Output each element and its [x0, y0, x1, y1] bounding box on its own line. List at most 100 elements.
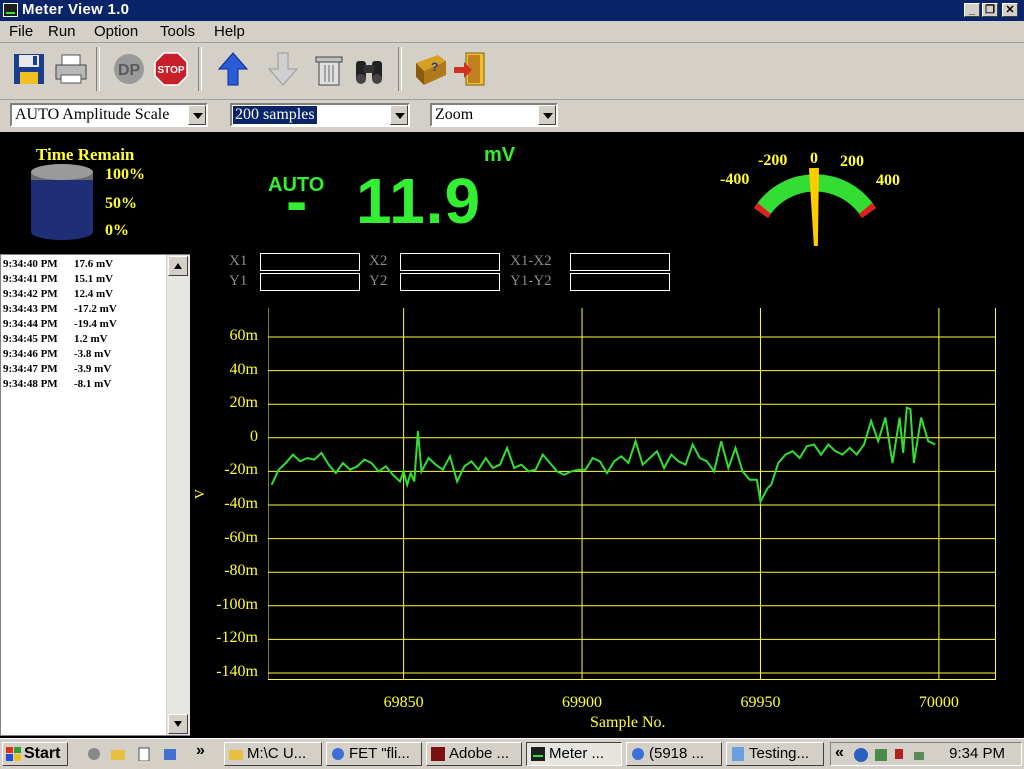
log-row[interactable]: 9:34:42 PM 12.4 mV — [3, 288, 113, 300]
quicklaunch-browser-icon[interactable] — [162, 747, 178, 761]
log-value: -19.4 mV — [74, 318, 117, 330]
log-value: -3.9 mV — [74, 363, 112, 375]
chevron-down-icon[interactable] — [390, 105, 408, 125]
toolbar-separator — [198, 47, 202, 91]
log-value: 12.4 mV — [74, 288, 114, 300]
zoom-select[interactable]: Zoom — [430, 103, 558, 127]
exit-button[interactable] — [450, 49, 488, 89]
reading-value: 11.9 — [356, 165, 482, 237]
x-tick-label: 69850 — [383, 694, 424, 711]
samples-select[interactable]: 200 samples — [230, 103, 410, 127]
close-button[interactable]: ✕ — [1002, 3, 1018, 17]
svg-text:DP: DP — [118, 62, 141, 79]
triangle-down-icon — [174, 721, 182, 727]
toolbar: DP STOP ? — [0, 43, 1024, 101]
cursor-y1-label: Y1 — [229, 273, 248, 289]
help-button[interactable]: ? — [412, 49, 450, 89]
task-testing[interactable]: Testing... — [726, 742, 824, 766]
menu-option[interactable]: Option — [94, 23, 138, 40]
menu-file[interactable]: File — [9, 23, 33, 40]
amplitude-scale-select[interactable]: AUTO Amplitude Scale — [10, 103, 208, 127]
move-down-button[interactable] — [264, 49, 302, 89]
minimize-button[interactable]: _ — [964, 3, 980, 17]
y-tick-label: -60m — [224, 528, 258, 546]
quicklaunch-overflow[interactable]: » — [196, 742, 205, 760]
log-time: 9:34:40 PM — [3, 258, 58, 270]
log-row[interactable]: 9:34:44 PM -19.4 mV — [3, 318, 117, 330]
minimize-icon: _ — [968, 4, 976, 16]
menu-tools[interactable]: Tools — [160, 23, 195, 40]
document-icon — [732, 747, 744, 761]
ie-icon — [632, 748, 644, 760]
log-row[interactable]: 9:34:40 PM 17.6 mV — [3, 258, 113, 270]
dp-button[interactable]: DP — [110, 49, 148, 89]
reading-log-list[interactable]: 9:34:40 PM 17.6 mV 9:34:41 PM 15.1 mV 9:34:4… — [0, 254, 190, 736]
y-tick-label: -120m — [216, 629, 258, 647]
cursor-y1y2-label: Y1-Y2 — [510, 273, 552, 289]
scroll-down-button[interactable] — [168, 714, 188, 734]
quicklaunch-folder-icon[interactable] — [110, 747, 126, 761]
log-time: 9:34:41 PM — [3, 273, 58, 285]
log-row[interactable]: 9:34:41 PM 15.1 mV — [3, 273, 113, 285]
window-title: Meter View 1.0 — [22, 1, 130, 18]
restore-button[interactable]: ❐ — [982, 3, 998, 17]
close-icon: ✕ — [1005, 4, 1015, 16]
time-remain-50: 50% — [105, 195, 137, 212]
task-browser-fet[interactable]: FET "fli... — [326, 742, 422, 766]
log-row[interactable]: 9:34:46 PM -3.8 mV — [3, 348, 111, 360]
x-tick-label: 70000 — [918, 694, 959, 711]
log-row[interactable]: 9:34:43 PM -17.2 mV — [3, 303, 117, 315]
meter-app-icon — [531, 747, 545, 761]
quicklaunch-notepad-icon[interactable] — [136, 747, 152, 761]
log-time: 9:34:42 PM — [3, 288, 58, 300]
log-value: -8.1 mV — [74, 378, 112, 390]
help-book-icon: ? — [416, 55, 446, 85]
delete-button[interactable] — [310, 49, 348, 89]
power-plug-icon[interactable] — [891, 747, 907, 763]
cursor-x2-label: X2 — [369, 253, 388, 269]
trash-icon — [315, 56, 343, 86]
menu-run[interactable]: Run — [48, 23, 76, 40]
binoculars-icon — [356, 61, 382, 84]
task-explorer[interactable]: M:\C U... — [224, 742, 322, 766]
find-button[interactable] — [350, 49, 388, 89]
network-icon[interactable] — [853, 747, 869, 763]
log-row[interactable]: 9:34:47 PM -3.9 mV — [3, 363, 111, 375]
log-row[interactable]: 9:34:45 PM 1.2 mV — [3, 333, 108, 345]
log-time: 9:34:47 PM — [3, 363, 58, 375]
y-axis-label: V — [193, 488, 209, 500]
cursor-y1y2-field — [570, 273, 670, 291]
quicklaunch-media-icon[interactable] — [86, 747, 102, 761]
folder-icon — [229, 750, 243, 760]
task-adobe[interactable]: Adobe ... — [426, 742, 522, 766]
safely-remove-icon[interactable] — [911, 747, 927, 763]
waveform-chart[interactable] — [268, 308, 996, 680]
log-scrollbar[interactable] — [166, 255, 190, 735]
triangle-up-icon — [174, 263, 182, 269]
chevron-down-icon[interactable] — [538, 105, 556, 125]
task-meter-view[interactable]: Meter ... — [526, 742, 622, 766]
stop-icon: STOP — [154, 52, 188, 86]
chevron-down-icon[interactable] — [188, 105, 206, 125]
start-button[interactable]: Start — [2, 742, 68, 766]
x-axis-label: Sample No. — [590, 714, 666, 731]
task-browser-5918[interactable]: (5918 ... — [626, 742, 722, 766]
adobe-icon — [431, 747, 445, 761]
move-up-button[interactable] — [214, 49, 252, 89]
print-button[interactable] — [52, 49, 90, 89]
tray-app-icon[interactable] — [873, 747, 889, 763]
log-row[interactable]: 9:34:48 PM -8.1 mV — [3, 378, 111, 390]
zoom-value: Zoom — [435, 106, 474, 123]
scroll-up-button[interactable] — [168, 256, 188, 276]
tray-expand-button[interactable]: « — [835, 744, 844, 762]
save-button[interactable] — [10, 49, 48, 89]
menu-help[interactable]: Help — [214, 23, 245, 40]
stop-button[interactable]: STOP — [152, 49, 190, 89]
log-time: 9:34:46 PM — [3, 348, 58, 360]
log-value: -3.8 mV — [74, 348, 112, 360]
cursor-x1x2-label: X1-X2 — [510, 253, 552, 269]
app-icon[interactable] — [3, 3, 18, 17]
log-time: 9:34:44 PM — [3, 318, 58, 330]
dp-logo-icon: DP — [114, 54, 144, 84]
waveform-series-line — [270, 406, 936, 505]
